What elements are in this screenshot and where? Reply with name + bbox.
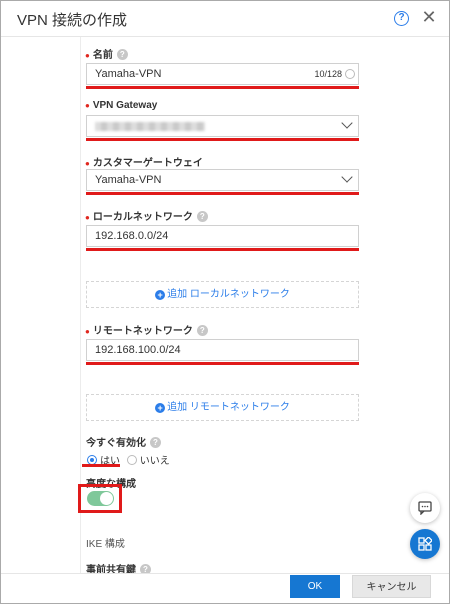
blurred-value [95,122,205,131]
ok-button[interactable]: OK [290,575,340,598]
chevron-down-icon [341,117,353,129]
close-icon[interactable]: ✕ [421,8,437,26]
highlight-underline [86,248,359,251]
remote-network-input[interactable]: 192.168.100.0/24 [86,339,359,361]
activate-now-label: 今すぐ有効化? [86,434,161,449]
required-mark: ● [85,51,90,60]
highlight-underline [86,138,359,141]
grid-icon [418,537,432,551]
customer-gateway-label: ● カスタマーゲートウェイ [85,158,203,169]
required-mark: ● [85,213,90,222]
add-local-network-button[interactable]: + 追加 ローカルネットワーク [86,281,359,308]
required-mark: ● [85,159,90,168]
help-icon[interactable]: ? [196,325,208,336]
local-network-label: ● ローカルネットワーク? [85,208,208,223]
plus-circle-icon: + [155,290,166,300]
customer-gateway-select[interactable]: Yamaha-VPN [86,169,359,191]
vpn-gateway-label: ● VPN Gateway [85,100,158,111]
required-mark: ● [85,101,90,110]
ike-section-label: IKE 構成 [86,539,125,550]
highlight-underline [86,192,359,195]
grid-button[interactable] [410,529,440,559]
plus-circle-icon: + [155,403,166,413]
help-icon[interactable]: ? [196,211,208,222]
vpn-dialog: VPN 接続の作成 ? ✕ ● 名前? Yamaha-VPN 10/128 ● VP… [0,0,450,604]
vpn-gateway-select[interactable] [86,115,359,137]
cancel-button[interactable]: キャンセル [352,575,431,598]
radio-empty-icon [126,455,137,465]
help-icon[interactable]: ? [150,437,161,448]
toggle-knob [100,492,113,505]
remote-network-label: ● リモートネットワーク? [85,322,208,337]
highlight-box [78,484,122,513]
name-input[interactable]: Yamaha-VPN 10/128 [86,63,359,85]
dialog-title: VPN 接続の作成 [17,12,128,29]
add-remote-network-button[interactable]: + 追加 リモートネットワーク [86,394,359,421]
dialog-header: VPN 接続の作成 ? ✕ [1,1,449,37]
highlight-underline [86,362,359,365]
advanced-config-toggle[interactable] [87,491,114,506]
help-icon[interactable]: ? [116,49,128,60]
highlight-underline [86,86,359,89]
chat-icon [418,501,432,515]
char-counter: 10/128 [314,69,342,79]
local-network-input[interactable]: 192.168.0.0/24 [86,225,359,247]
radio-no[interactable]: いいえ [126,452,170,467]
required-mark: ● [85,327,90,336]
question-circle-icon[interactable]: ? [394,11,409,26]
chevron-down-icon [341,171,353,183]
highlight-underline [82,464,120,467]
check-circle-icon [345,69,355,79]
chat-button[interactable] [410,493,440,523]
name-label: ● 名前? [85,46,128,61]
